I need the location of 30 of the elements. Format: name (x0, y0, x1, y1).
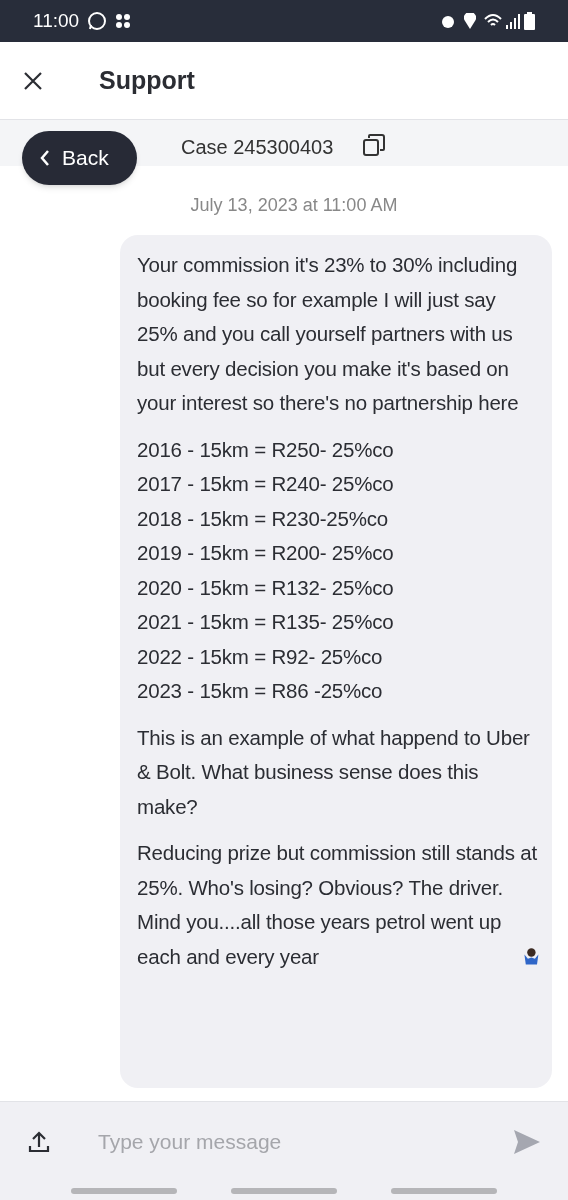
close-icon (23, 70, 43, 91)
copy-icon[interactable] (362, 133, 386, 157)
message-text: 2020 - 15km = R132- 25%co (137, 574, 394, 601)
back-button[interactable]: Back (22, 131, 137, 185)
message-text: 2023 - 15km = R86 -25%co (137, 678, 383, 704)
message-text: 2017 - 15km = R240- 25%co (137, 471, 394, 497)
location-icon (464, 13, 476, 29)
message-text: 2016 - 15km = R250- 25%co (137, 436, 394, 463)
nav-handle[interactable] (231, 1188, 337, 1194)
case-number: Case 245300403 (181, 135, 334, 160)
message-text: 2018 - 15km = R230-25%co (137, 505, 389, 532)
chevron-left-icon (40, 149, 50, 167)
battery-icon (524, 12, 535, 30)
message-text: 2021 - 15km = R135- 25%co (137, 609, 394, 635)
message-text: Reducing prize but commission still stands at 25%. Who's losing? Obvious? The driver. (137, 840, 539, 901)
signal-icon (506, 13, 520, 29)
nav-handle[interactable] (391, 1188, 497, 1194)
message-text: Your commission it's 23% to 30% including booking fee so for example I will just say 25% and you call yourself partners with us but every decision you make it's based on your interest so there's no partnership here (137, 252, 520, 416)
message-text: 2022 - 15km = R92- 25%co (137, 643, 383, 670)
message-text: Mind you....all those years petrol went up each and every year (137, 909, 503, 970)
chat-app-icon (87, 11, 108, 31)
message-text: This is an example of what happend to Uber & Bolt. What business sense does this make? (137, 724, 531, 820)
nav-handle[interactable] (71, 1188, 177, 1194)
message-text: 2019 - 15km = R200- 25%co (137, 540, 394, 566)
page-title: Support (99, 64, 195, 96)
message-date: July 13, 2023 at 11:00 AM (190, 194, 398, 217)
upload-icon[interactable] (27, 1130, 51, 1154)
send-icon[interactable] (513, 1129, 541, 1155)
status-time: 11:00 (33, 8, 80, 33)
dots-icon (115, 13, 132, 29)
